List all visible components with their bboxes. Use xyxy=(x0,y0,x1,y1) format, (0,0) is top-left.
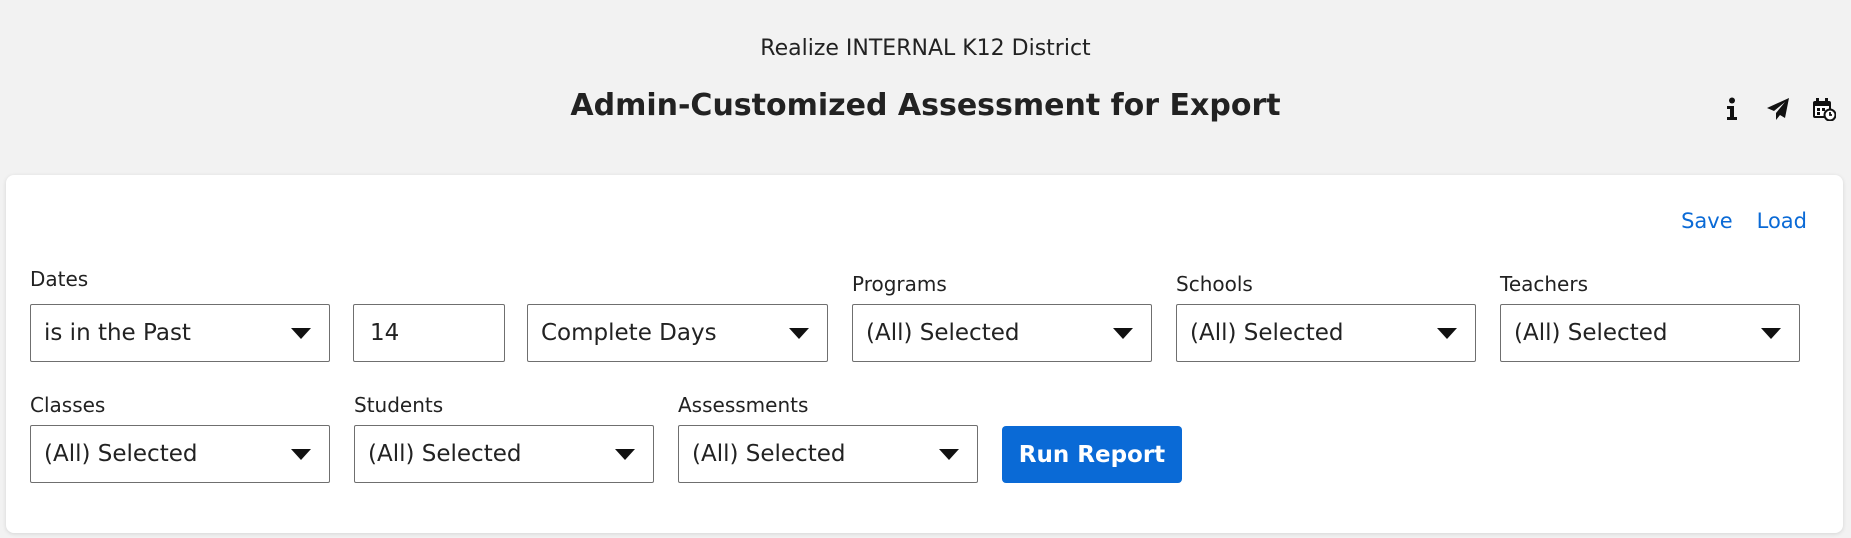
chevron-down-icon xyxy=(1761,327,1781,339)
dates-operator-dropdown[interactable]: is in the Past xyxy=(30,304,330,362)
students-dropdown[interactable]: (All) Selected xyxy=(354,425,654,483)
chevron-down-icon xyxy=(291,327,311,339)
programs-label: Programs xyxy=(852,272,947,296)
teachers-value: (All) Selected xyxy=(1514,320,1668,346)
report-header: Realize INTERNAL K12 District Admin-Cust… xyxy=(0,0,1851,175)
assessments-value: (All) Selected xyxy=(692,441,846,467)
dates-unit-dropdown[interactable]: Complete Days xyxy=(527,304,828,362)
dates-label: Dates xyxy=(30,267,89,291)
dates-value-input[interactable] xyxy=(353,304,505,362)
chevron-down-icon xyxy=(789,327,809,339)
classes-label: Classes xyxy=(30,393,106,417)
filter-panel: Save Load Dates is in the Past Complete … xyxy=(6,175,1843,533)
students-value: (All) Selected xyxy=(368,441,522,467)
load-link[interactable]: Load xyxy=(1757,209,1807,233)
chevron-down-icon xyxy=(291,448,311,460)
chevron-down-icon xyxy=(1437,327,1457,339)
teachers-dropdown[interactable]: (All) Selected xyxy=(1500,304,1800,362)
schools-dropdown[interactable]: (All) Selected xyxy=(1176,304,1476,362)
info-icon[interactable] xyxy=(1719,96,1745,122)
page-title: Admin-Customized Assessment for Export xyxy=(570,88,1281,123)
dates-operator-value: is in the Past xyxy=(44,320,191,346)
send-icon[interactable] xyxy=(1765,96,1791,122)
programs-dropdown[interactable]: (All) Selected xyxy=(852,304,1152,362)
run-report-button[interactable]: Run Report xyxy=(1002,426,1182,483)
chevron-down-icon xyxy=(615,448,635,460)
teachers-label: Teachers xyxy=(1500,272,1588,296)
district-name: Realize INTERNAL K12 District xyxy=(760,36,1091,61)
classes-dropdown[interactable]: (All) Selected xyxy=(30,425,330,483)
chevron-down-icon xyxy=(939,448,959,460)
dates-unit-value: Complete Days xyxy=(541,320,717,346)
schedule-calendar-icon[interactable] xyxy=(1811,96,1837,122)
assessments-dropdown[interactable]: (All) Selected xyxy=(678,425,978,483)
students-label: Students xyxy=(354,393,444,417)
schools-label: Schools xyxy=(1176,272,1253,296)
chevron-down-icon xyxy=(1113,327,1133,339)
assessments-label: Assessments xyxy=(678,393,809,417)
save-link[interactable]: Save xyxy=(1681,209,1733,233)
classes-value: (All) Selected xyxy=(44,441,198,467)
schools-value: (All) Selected xyxy=(1190,320,1344,346)
programs-value: (All) Selected xyxy=(866,320,1020,346)
header-toolbar xyxy=(1719,96,1837,122)
save-load-links: Save Load xyxy=(1681,209,1807,233)
